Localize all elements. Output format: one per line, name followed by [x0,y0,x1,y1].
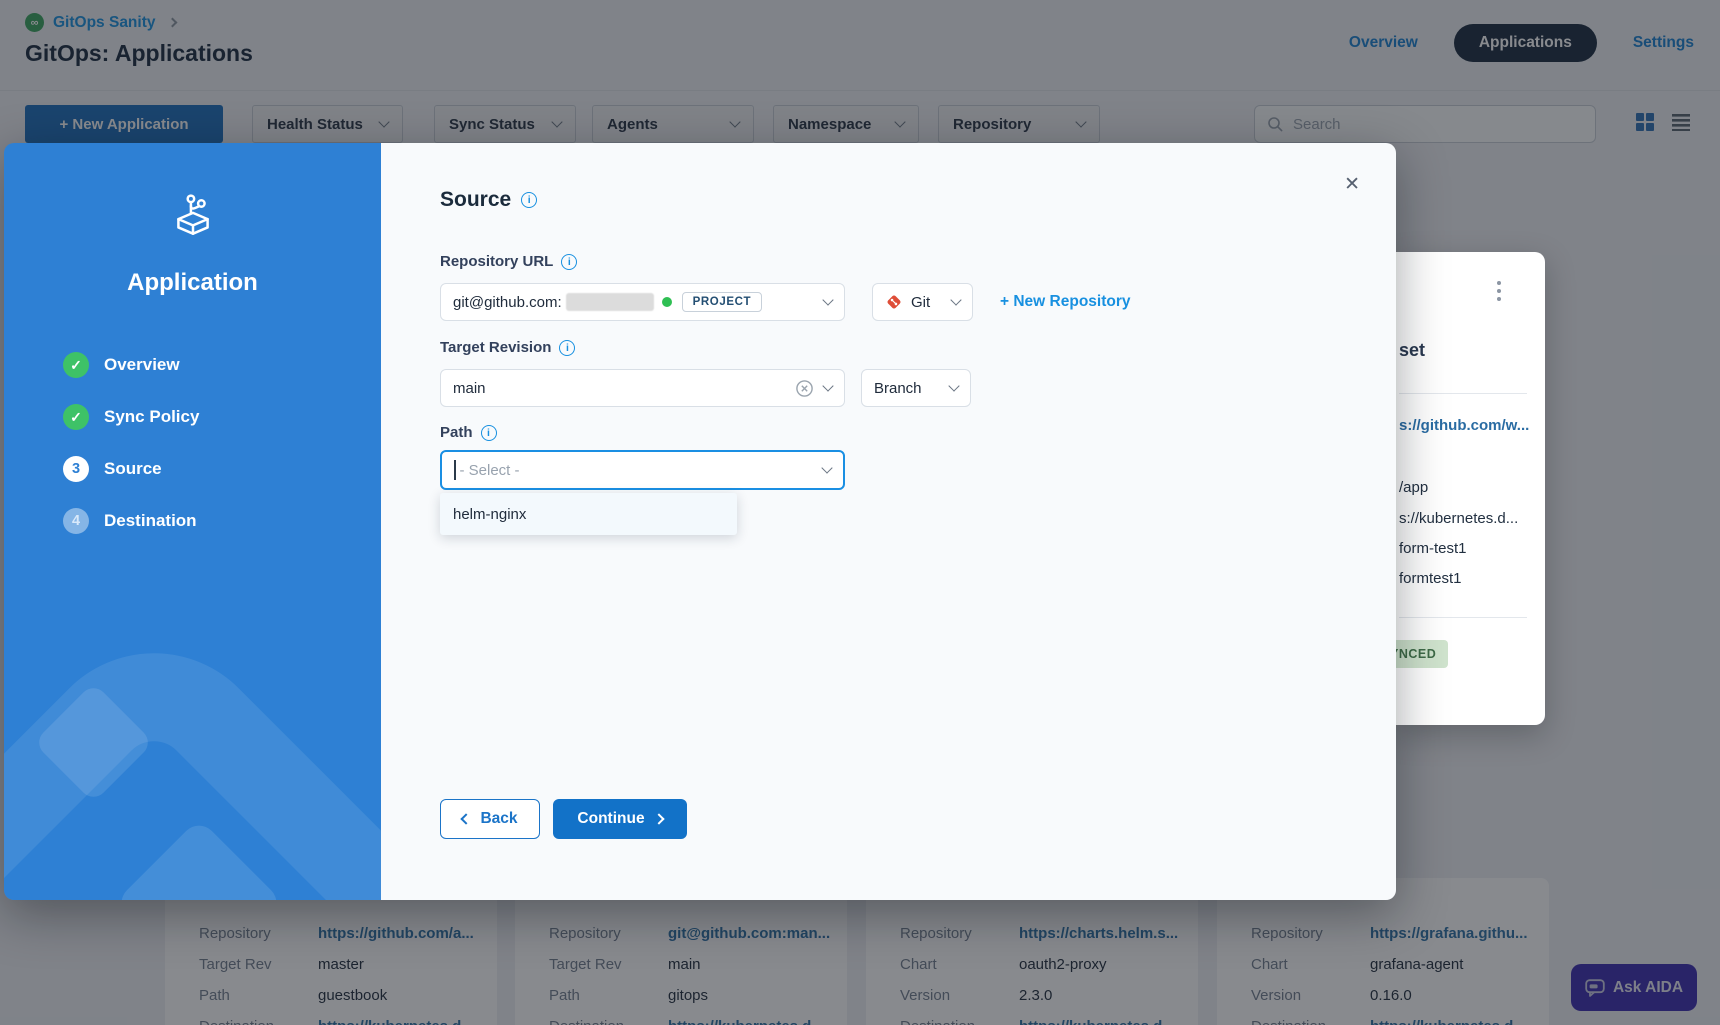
step-number-icon: 4 [63,508,89,534]
wizard-steps: ✓ Overview ✓ Sync Policy 3 Source 4 Dest… [63,352,199,534]
chevron-down-icon[interactable] [822,380,833,391]
repository-url-label: Repository URL i [440,253,577,270]
step-label: Sync Policy [104,407,199,427]
git-icon [885,293,903,311]
path-placeholder: - Select - [460,462,520,479]
text-cursor [454,460,456,480]
divider [1399,393,1527,394]
path-dropdown: helm-nginx [440,493,737,535]
source-step-title: Source i [440,188,537,212]
wizard-content: ✕ Source i Repository URL i git@github.c… [381,143,1396,900]
chevron-down-icon[interactable] [821,462,832,473]
info-icon[interactable]: i [559,340,575,356]
chevron-down-icon [950,294,961,305]
path-fragment: /app [1399,479,1428,496]
info-icon[interactable]: i [481,425,497,441]
revision-type-value: Branch [874,380,922,397]
new-repository-link[interactable]: + New Repository [1000,293,1131,311]
target-revision-label: Target Revision i [440,339,575,356]
new-application-wizard-modal: Application ✓ Overview ✓ Sync Policy 3 S… [4,143,1396,900]
step-destination[interactable]: 4 Destination [63,508,199,534]
step-label: Overview [104,355,180,375]
step-number-icon: 3 [63,456,89,482]
continue-button[interactable]: Continue [553,799,687,839]
path-option-helm-nginx[interactable]: helm-nginx [453,506,526,523]
application-icon [168,191,218,241]
check-icon: ✓ [63,404,89,430]
chevron-left-icon [461,813,472,824]
step-label: Source [104,459,162,479]
chevron-down-icon [948,380,959,391]
step-overview[interactable]: ✓ Overview [63,352,199,378]
info-icon[interactable]: i [561,254,577,270]
value-fragment: form-test1 [1399,540,1467,557]
revision-type-select[interactable]: Branch [861,369,971,407]
source-title-text: Source [440,188,511,212]
destination-fragment: s://kubernetes.d... [1399,510,1518,527]
value-fragment: formtest1 [1399,570,1462,587]
chevron-right-icon [653,813,664,824]
divider [1399,617,1527,618]
repository-url-field[interactable]: git@github.com: PROJECT [440,283,845,321]
check-icon: ✓ [63,352,89,378]
redacted-text [566,293,654,311]
app-name-fragment: set [1399,340,1425,361]
project-badge: PROJECT [682,292,763,312]
chevron-down-icon[interactable] [822,294,833,305]
wizard-title: Application [4,269,381,297]
wizard-sidebar: Application ✓ Overview ✓ Sync Policy 3 S… [4,143,381,900]
step-sync-policy[interactable]: ✓ Sync Policy [63,404,199,430]
path-field[interactable]: - Select - [440,450,845,490]
side-card[interactable]: set s://github.com/w... /app s://kuberne… [1396,252,1545,725]
info-icon[interactable]: i [521,192,537,208]
target-revision-value: main [453,380,486,397]
repo-type-value: Git [911,294,930,311]
repo-type-select[interactable]: Git [872,283,973,321]
close-button[interactable]: ✕ [1344,173,1360,196]
repo-link-fragment[interactable]: s://github.com/w... [1399,417,1529,434]
page: ∞ GitOps Sanity GitOps: Applications Ove… [0,0,1720,1025]
back-button[interactable]: Back [440,799,540,839]
path-label: Path i [440,424,497,441]
clear-icon[interactable] [795,379,814,398]
step-source[interactable]: 3 Source [63,456,199,482]
step-label: Destination [104,511,197,531]
repository-url-value: git@github.com: [453,294,562,311]
target-revision-field[interactable]: main [440,369,845,407]
connection-status-dot [662,297,672,307]
kebab-menu-button[interactable] [1494,278,1504,304]
